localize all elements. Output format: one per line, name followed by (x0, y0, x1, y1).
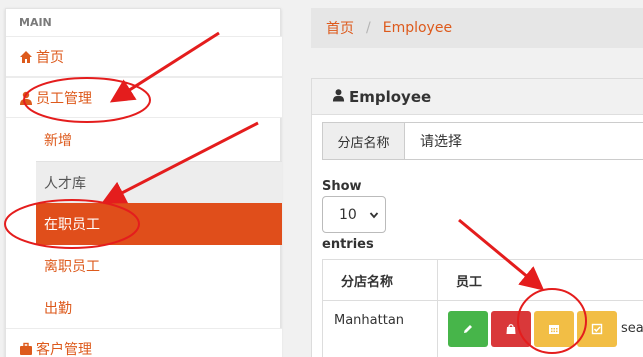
sidebar-subitem-talent-pool[interactable]: 人才库 (36, 161, 282, 203)
sidebar-item-label: 员工管理 (36, 90, 92, 107)
breadcrumb-current: Employee (382, 20, 453, 36)
briefcase-icon (19, 342, 33, 356)
sidebar-subitem-add[interactable]: 新增 (36, 119, 282, 161)
shopping-bag-icon (506, 324, 516, 334)
employee-table: 分店名称 员工 Manhattan sea (322, 259, 643, 357)
checklist-button[interactable] (577, 311, 617, 347)
sidebar-subitem-active-employees[interactable]: 在职员工 (36, 203, 282, 245)
user-icon (19, 91, 33, 105)
edit-button[interactable] (448, 311, 488, 347)
pencil-icon (464, 325, 472, 333)
sidebar-item-label: 首页 (36, 49, 64, 66)
cell-actions: sea (437, 300, 643, 357)
sidebar-item-customer-management[interactable]: 客户管理 (6, 328, 282, 357)
column-header-employee[interactable]: 员工 (437, 259, 643, 301)
sidebar: MAIN 首页 员工管理 新增 人才库 在职员工 离职员工 出勤 客户管理 (5, 8, 282, 357)
panel-header: Employee (312, 79, 643, 115)
bag-button[interactable] (491, 311, 531, 347)
sidebar-item-label: 客户管理 (36, 341, 92, 357)
branch-filter: 分店名称 请选择 (322, 122, 643, 160)
table-header-row: 分店名称 员工 (322, 259, 643, 301)
table-row: Manhattan sea (322, 300, 643, 357)
cell-branch: Manhattan (322, 300, 438, 357)
sidebar-subitem-label: 人才库 (44, 175, 86, 192)
calendar-button[interactable] (534, 311, 574, 347)
breadcrumb-separator: / (366, 20, 371, 36)
branch-filter-label: 分店名称 (323, 123, 405, 159)
sidebar-subitem-label: 新增 (44, 133, 72, 149)
entries-label: entries (322, 237, 374, 252)
home-icon (19, 50, 33, 64)
breadcrumb: 首页 / Employee (311, 8, 643, 48)
action-text: sea (621, 321, 643, 336)
sidebar-subitem-label: 出勤 (44, 301, 72, 317)
column-header-branch[interactable]: 分店名称 (322, 259, 438, 301)
breadcrumb-home-link[interactable]: 首页 (326, 18, 354, 38)
sidebar-subitem-label: 在职员工 (44, 217, 100, 233)
sidebar-subitem-label: 离职员工 (44, 259, 100, 275)
page-length-select[interactable]: 10 (322, 196, 386, 233)
branch-select[interactable]: 请选择 (405, 123, 643, 159)
sidebar-item-home[interactable]: 首页 (6, 36, 282, 77)
check-square-icon (591, 323, 603, 335)
sidebar-subitem-attendance[interactable]: 出勤 (36, 287, 282, 329)
user-icon (332, 88, 349, 106)
chevron-down-icon (369, 208, 379, 224)
page-length-value: 10 (339, 206, 357, 223)
calendar-icon (549, 325, 559, 334)
sidebar-item-employee-management[interactable]: 员工管理 (6, 77, 282, 118)
sidebar-subitem-departed-employees[interactable]: 离职员工 (36, 245, 282, 287)
show-label: Show (322, 179, 362, 194)
employee-panel: Employee 分店名称 请选择 Show 10 entries 分店名称 员… (311, 78, 643, 357)
sidebar-section-label: MAIN (19, 16, 52, 29)
panel-title: Employee (349, 87, 432, 106)
